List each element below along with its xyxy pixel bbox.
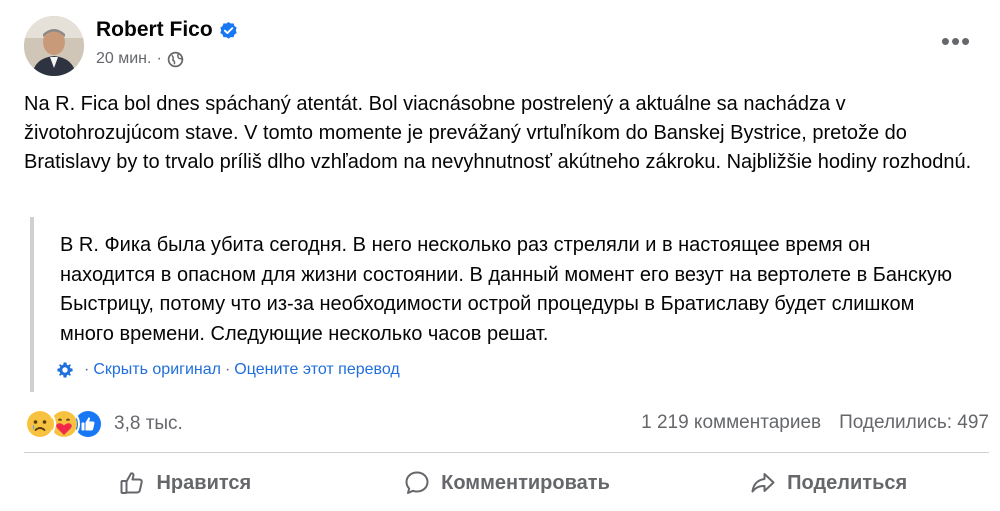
comments-count[interactable]: 1 219 комментариев [641,412,821,434]
comment-button[interactable]: Комментировать [346,460,668,506]
actions-divider [24,452,989,453]
rate-translation-link[interactable]: Оцените этот перевод [234,361,399,379]
post-meta: 20 мин. · [96,50,184,68]
share-arrow-icon [751,473,775,493]
link-separator: · [224,361,231,378]
author-name[interactable]: Robert Fico [96,18,213,42]
share-button[interactable]: Поделиться [667,460,989,506]
globe-icon[interactable] [167,51,184,68]
thumbs-up-icon [120,472,144,494]
like-button[interactable]: Нравится [24,460,346,506]
share-label: Поделиться [787,471,908,494]
more-options-button[interactable]: ••• [936,26,976,56]
translation-text: В R. Фика была убита сегодня. В него нес… [60,234,953,345]
facebook-post: Robert Fico 20 мин. · ••• Na R. Fica bol… [0,0,1000,511]
translation-links: · Скрыть оригинал · Оцените этот перевод [56,361,400,379]
post-text: Na R. Fica bol dnes spáchaný atentát. Bo… [24,93,972,173]
reactions-count[interactable]: 3,8 тыс. [114,413,183,435]
post-header: Robert Fico 20 мин. · ••• [24,14,984,78]
post-time[interactable]: 20 мин. [96,50,151,68]
like-label: Нравится [156,471,252,494]
reactions-summary[interactable]: 3,8 тыс. [24,408,183,440]
hide-original-link[interactable]: Скрыть оригинал [93,361,221,379]
translation-block: В R. Фика была убита сегодня. В него нес… [30,217,984,392]
gear-icon [57,362,73,378]
comment-label: Комментировать [441,471,610,494]
post-stats: 3,8 тыс. 1 219 комментариев Поделились: … [24,406,989,440]
author-row: Robert Fico [96,18,238,42]
action-bar: Нравится Комментировать Поделиться [24,460,989,506]
shares-count[interactable]: Поделились: 497 [839,412,989,434]
comment-bubble-icon [405,471,429,494]
verified-badge-icon [220,21,237,39]
sad-reaction-icon [24,408,56,440]
meta-separator: · [156,50,162,67]
author-avatar[interactable] [24,16,84,76]
link-separator: · [84,361,90,378]
engagement-counts: 1 219 комментариев Поделились: 497 [623,412,989,434]
